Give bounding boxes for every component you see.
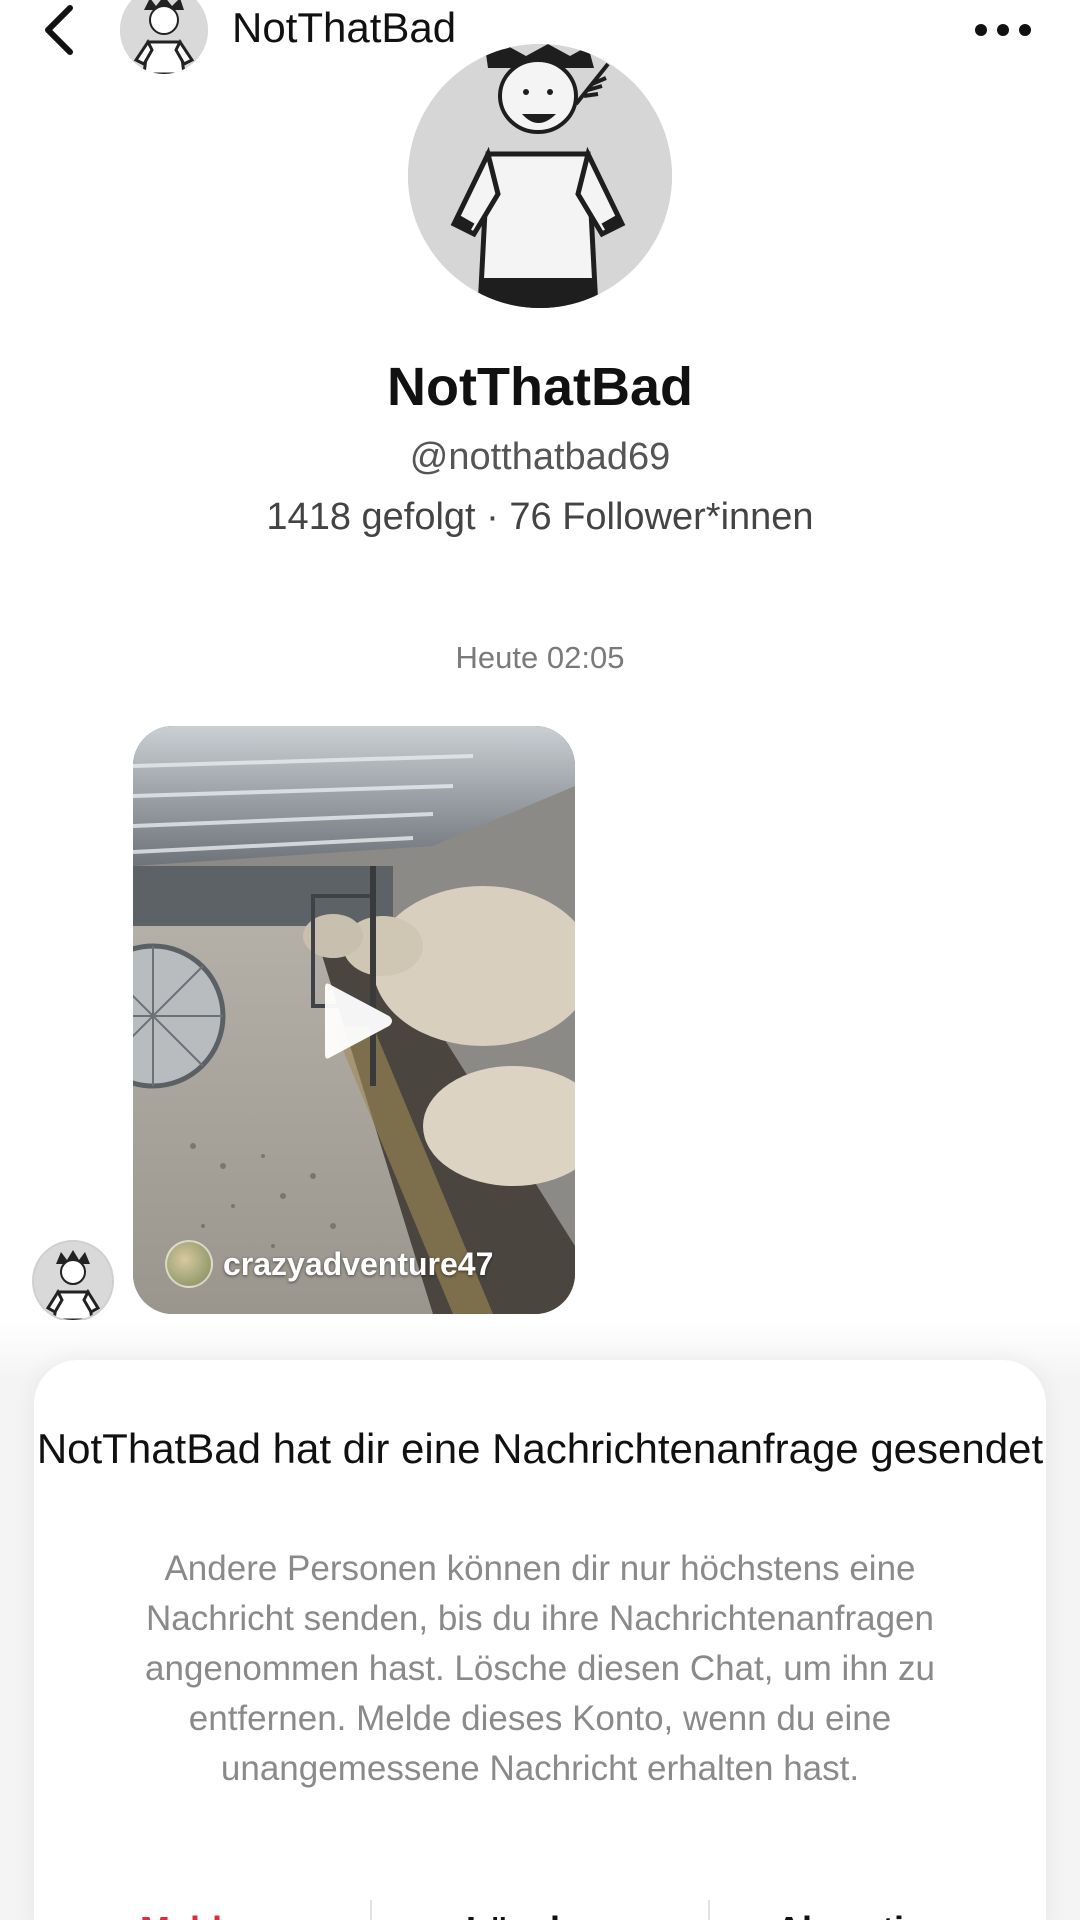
accept-button[interactable]: Akzeptieren: [710, 1890, 1046, 1920]
profile-avatar[interactable]: [408, 44, 672, 308]
message-request-panel: NotThatBad hat dir eine Nachrichtenanfra…: [34, 1360, 1046, 1920]
video-author-avatar: [165, 1240, 213, 1288]
more-options-button[interactable]: [968, 8, 1038, 52]
delete-button[interactable]: Löschen: [372, 1890, 708, 1920]
profile-follow-stats: 1418 gefolgt · 76 Follower*innen: [266, 496, 814, 538]
shared-video-card[interactable]: crazyadventure47: [133, 726, 575, 1314]
play-icon[interactable]: [317, 976, 397, 1066]
chat-screen: NotThatBad NotThatBad @notthatbad69 1418…: [0, 0, 1080, 1920]
back-button[interactable]: [30, 0, 90, 60]
profile-display-name: NotThatBad: [387, 357, 693, 417]
chevron-left-icon: [45, 5, 73, 55]
request-description: Andere Personen können dir nur höchstens…: [145, 1549, 935, 1788]
video-author[interactable]: crazyadventure47: [165, 1240, 493, 1288]
request-actions: Melden Löschen Akzeptieren: [34, 1890, 1046, 1920]
video-author-name: crazyadventure47: [223, 1245, 494, 1282]
message-timestamp: Heute 02:05: [455, 640, 625, 675]
request-title: NotThatBad hat dir eine Nachrichtenanfra…: [36, 1425, 1044, 1472]
header-title[interactable]: NotThatBad: [232, 2, 456, 54]
header-avatar[interactable]: [120, 0, 208, 74]
report-button[interactable]: Melden: [34, 1890, 370, 1920]
more-horizontal-icon: [975, 24, 1031, 36]
profile-handle: @notthatbad69: [409, 436, 671, 478]
sender-avatar[interactable]: [32, 1240, 114, 1322]
